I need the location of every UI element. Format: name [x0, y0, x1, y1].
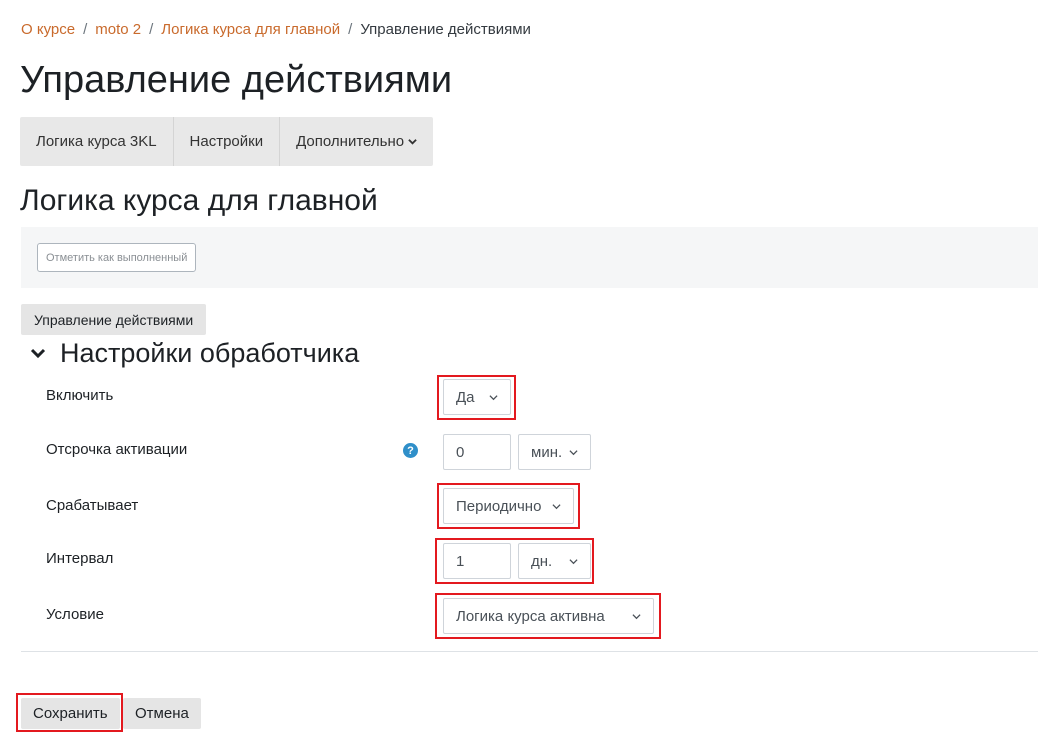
save-button[interactable]: Сохранить	[21, 698, 120, 729]
chevron-down-icon	[569, 450, 578, 456]
enable-select-value: Да	[456, 388, 475, 406]
nav-item-label: Логика курса 3KL	[36, 133, 157, 150]
divider	[21, 651, 1038, 652]
interval-input[interactable]: 1	[443, 543, 511, 579]
breadcrumb-item-moto2[interactable]: moto 2	[95, 21, 141, 38]
chevron-down-icon	[30, 348, 46, 359]
chevron-down-icon	[408, 139, 417, 145]
interval-unit-select[interactable]: дн.	[518, 543, 591, 579]
breadcrumb-separator: /	[348, 21, 353, 38]
chevron-down-icon	[569, 559, 578, 565]
interval-unit-value: дн.	[531, 552, 553, 570]
condition-select-value: Логика курса активна	[456, 607, 605, 625]
nav-item-more[interactable]: Дополнительно	[280, 117, 433, 166]
cancel-button[interactable]: Отмена	[123, 698, 201, 729]
delay-input-value: 0	[456, 443, 465, 461]
nav-item-course-logic-3kl[interactable]: Логика курса 3KL	[20, 117, 174, 166]
page: О курсе / moto 2 / Логика курса для главной /…	[0, 0, 1038, 753]
chevron-down-icon	[489, 395, 498, 401]
trigger-label: Срабатывает	[46, 497, 139, 514]
mark-as-done-button[interactable]: Отметить как выполненный	[37, 243, 197, 272]
breadcrumb-separator: /	[83, 21, 88, 38]
fieldset-legend: Настройки обработчика	[60, 337, 360, 368]
breadcrumb-separator: /	[149, 21, 154, 38]
question-circle-icon[interactable]: ?	[403, 443, 418, 458]
breadcrumb-item-course-logic[interactable]: Логика курса для главной	[161, 21, 340, 38]
trigger-select[interactable]: Периодично	[443, 488, 574, 524]
breadcrumb-current: Управление действиями	[360, 21, 531, 38]
secondary-nav: Логика курса 3KL Настройки Дополнительно	[20, 117, 434, 166]
delay-input[interactable]: 0	[443, 434, 511, 470]
nav-item-label: Дополнительно	[296, 133, 405, 150]
fieldset-toggle[interactable]: Настройки обработчика	[30, 335, 359, 371]
trigger-select-value: Периодично	[456, 497, 542, 515]
page-title: Управление действиями	[20, 59, 453, 101]
breadcrumb-item-about-course[interactable]: О курсе	[21, 21, 75, 38]
delay-unit-value: мин.	[531, 443, 563, 461]
enable-label: Включить	[46, 387, 114, 404]
activity-completion-bar: Отметить как выполненный	[21, 227, 1038, 288]
chevron-down-icon	[632, 614, 641, 620]
breadcrumb: О курсе / moto 2 / Логика курса для главной /…	[21, 20, 531, 40]
enable-select[interactable]: Да	[443, 379, 511, 415]
interval-input-value: 1	[456, 552, 465, 570]
nav-item-label: Настройки	[189, 133, 264, 150]
manage-actions-button[interactable]: Управление действиями	[21, 304, 207, 335]
condition-select[interactable]: Логика курса активна	[443, 598, 654, 634]
condition-label: Условие	[46, 606, 104, 623]
interval-label: Интервал	[46, 550, 114, 567]
delay-label: Отсрочка активации	[46, 441, 188, 458]
delay-unit-select[interactable]: мин.	[518, 434, 591, 470]
chevron-down-icon	[552, 504, 561, 510]
section-title: Логика курса для главной	[20, 184, 378, 217]
nav-item-settings[interactable]: Настройки	[174, 117, 281, 166]
